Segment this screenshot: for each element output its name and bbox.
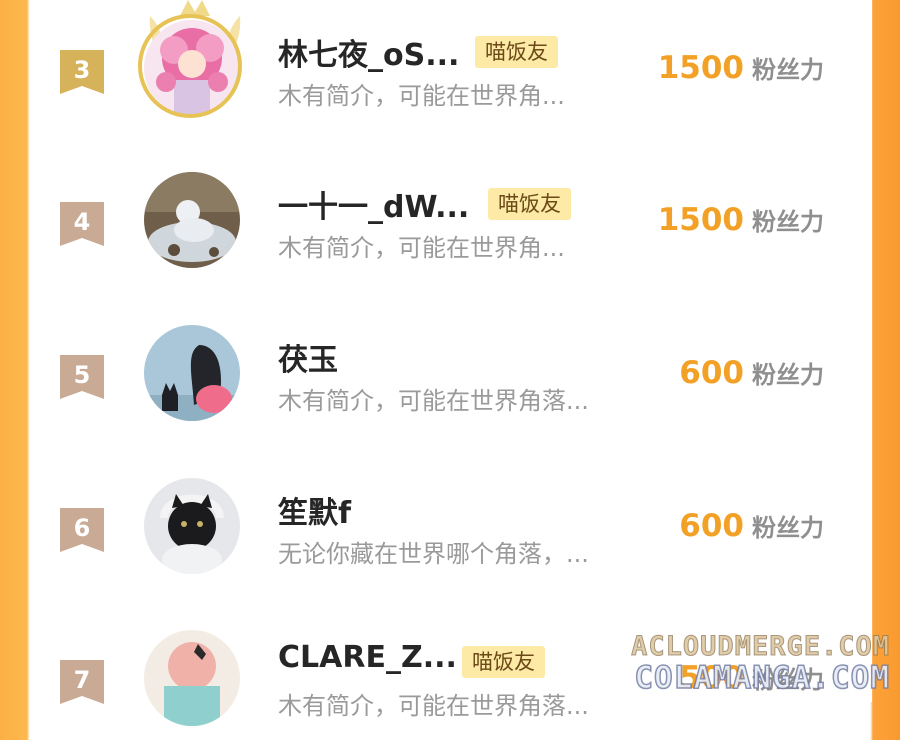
- rank-number: 4: [73, 208, 91, 236]
- user-nickname[interactable]: 一十一_dW...: [278, 182, 469, 226]
- avatar[interactable]: [144, 630, 240, 726]
- avatar-frame: [138, 14, 242, 118]
- fan-power: 1500 粉丝力: [658, 50, 824, 86]
- user-nickname[interactable]: 茯玉: [278, 335, 338, 379]
- fan-power-unit: 粉丝力: [752, 56, 824, 84]
- ranking-row[interactable]: 3 林七夜_oS... 喵饭友 木有简介，可能在世界角... 1500 粉丝力: [30, 0, 872, 130]
- rank-number: 3: [73, 56, 91, 84]
- user-bio: 木有简介，可能在世界角落...: [278, 387, 589, 415]
- fan-power: 600 粉丝力: [679, 508, 824, 544]
- rank-number: 7: [73, 666, 91, 694]
- avatar[interactable]: [144, 478, 240, 574]
- user-nickname[interactable]: 林七夜_oS...: [278, 30, 459, 74]
- rank-ribbon: 6: [60, 508, 104, 552]
- user-bio: 木有简介，可能在世界角...: [278, 234, 565, 262]
- ranking-row[interactable]: 5 茯玉 木有简介，可能在世界角落... 600 粉丝力: [30, 325, 872, 435]
- fan-badge: 喵饭友: [462, 646, 545, 678]
- fan-badge: 喵饭友: [475, 36, 558, 68]
- user-nickname[interactable]: 笙默f: [278, 488, 351, 532]
- fan-badge: 喵饭友: [488, 188, 571, 220]
- fan-power-unit: 粉丝力: [752, 208, 824, 236]
- user-bio: 无论你藏在世界哪个角落，...: [278, 540, 589, 568]
- rank-ribbon: 5: [60, 355, 104, 399]
- fan-power-unit: 粉丝力: [752, 361, 824, 389]
- fan-power: 1500 粉丝力: [658, 202, 824, 238]
- rank-ribbon: 7: [60, 660, 104, 704]
- fan-power: 600 粉丝力: [679, 355, 824, 391]
- ranking-row[interactable]: 4 一十一_dW... 喵饭友 木有简介，可能在世界角... 1500 粉丝力: [30, 172, 872, 282]
- fan-power-value: 1500: [657, 202, 744, 238]
- user-bio: 木有简介，可能在世界角落...: [278, 692, 589, 720]
- watermark: COLAMANGA.COM: [634, 659, 890, 697]
- user-bio: 木有简介，可能在世界角...: [278, 82, 565, 110]
- ranking-panel: 3 林七夜_oS... 喵饭友 木有简介，可能在世界角... 1500 粉丝力: [30, 0, 872, 726]
- fan-power-value: 600: [679, 355, 744, 391]
- ranking-row[interactable]: 6 笙默f 无论你藏在世界哪个角落，... 600 粉丝力: [30, 478, 872, 588]
- avatar[interactable]: [144, 325, 240, 421]
- fan-power-unit: 粉丝力: [752, 514, 824, 542]
- rank-ribbon: 3: [60, 50, 104, 94]
- rank-number: 5: [73, 361, 91, 389]
- fan-power-value: 1500: [657, 50, 744, 86]
- user-nickname[interactable]: CLARE_Z...: [278, 640, 457, 675]
- rank-ribbon: 4: [60, 202, 104, 246]
- fan-power-value: 600: [679, 508, 744, 544]
- watermark: ACLOUDMERGE.COM: [631, 631, 890, 663]
- rank-number: 6: [73, 514, 91, 542]
- avatar[interactable]: [144, 172, 240, 268]
